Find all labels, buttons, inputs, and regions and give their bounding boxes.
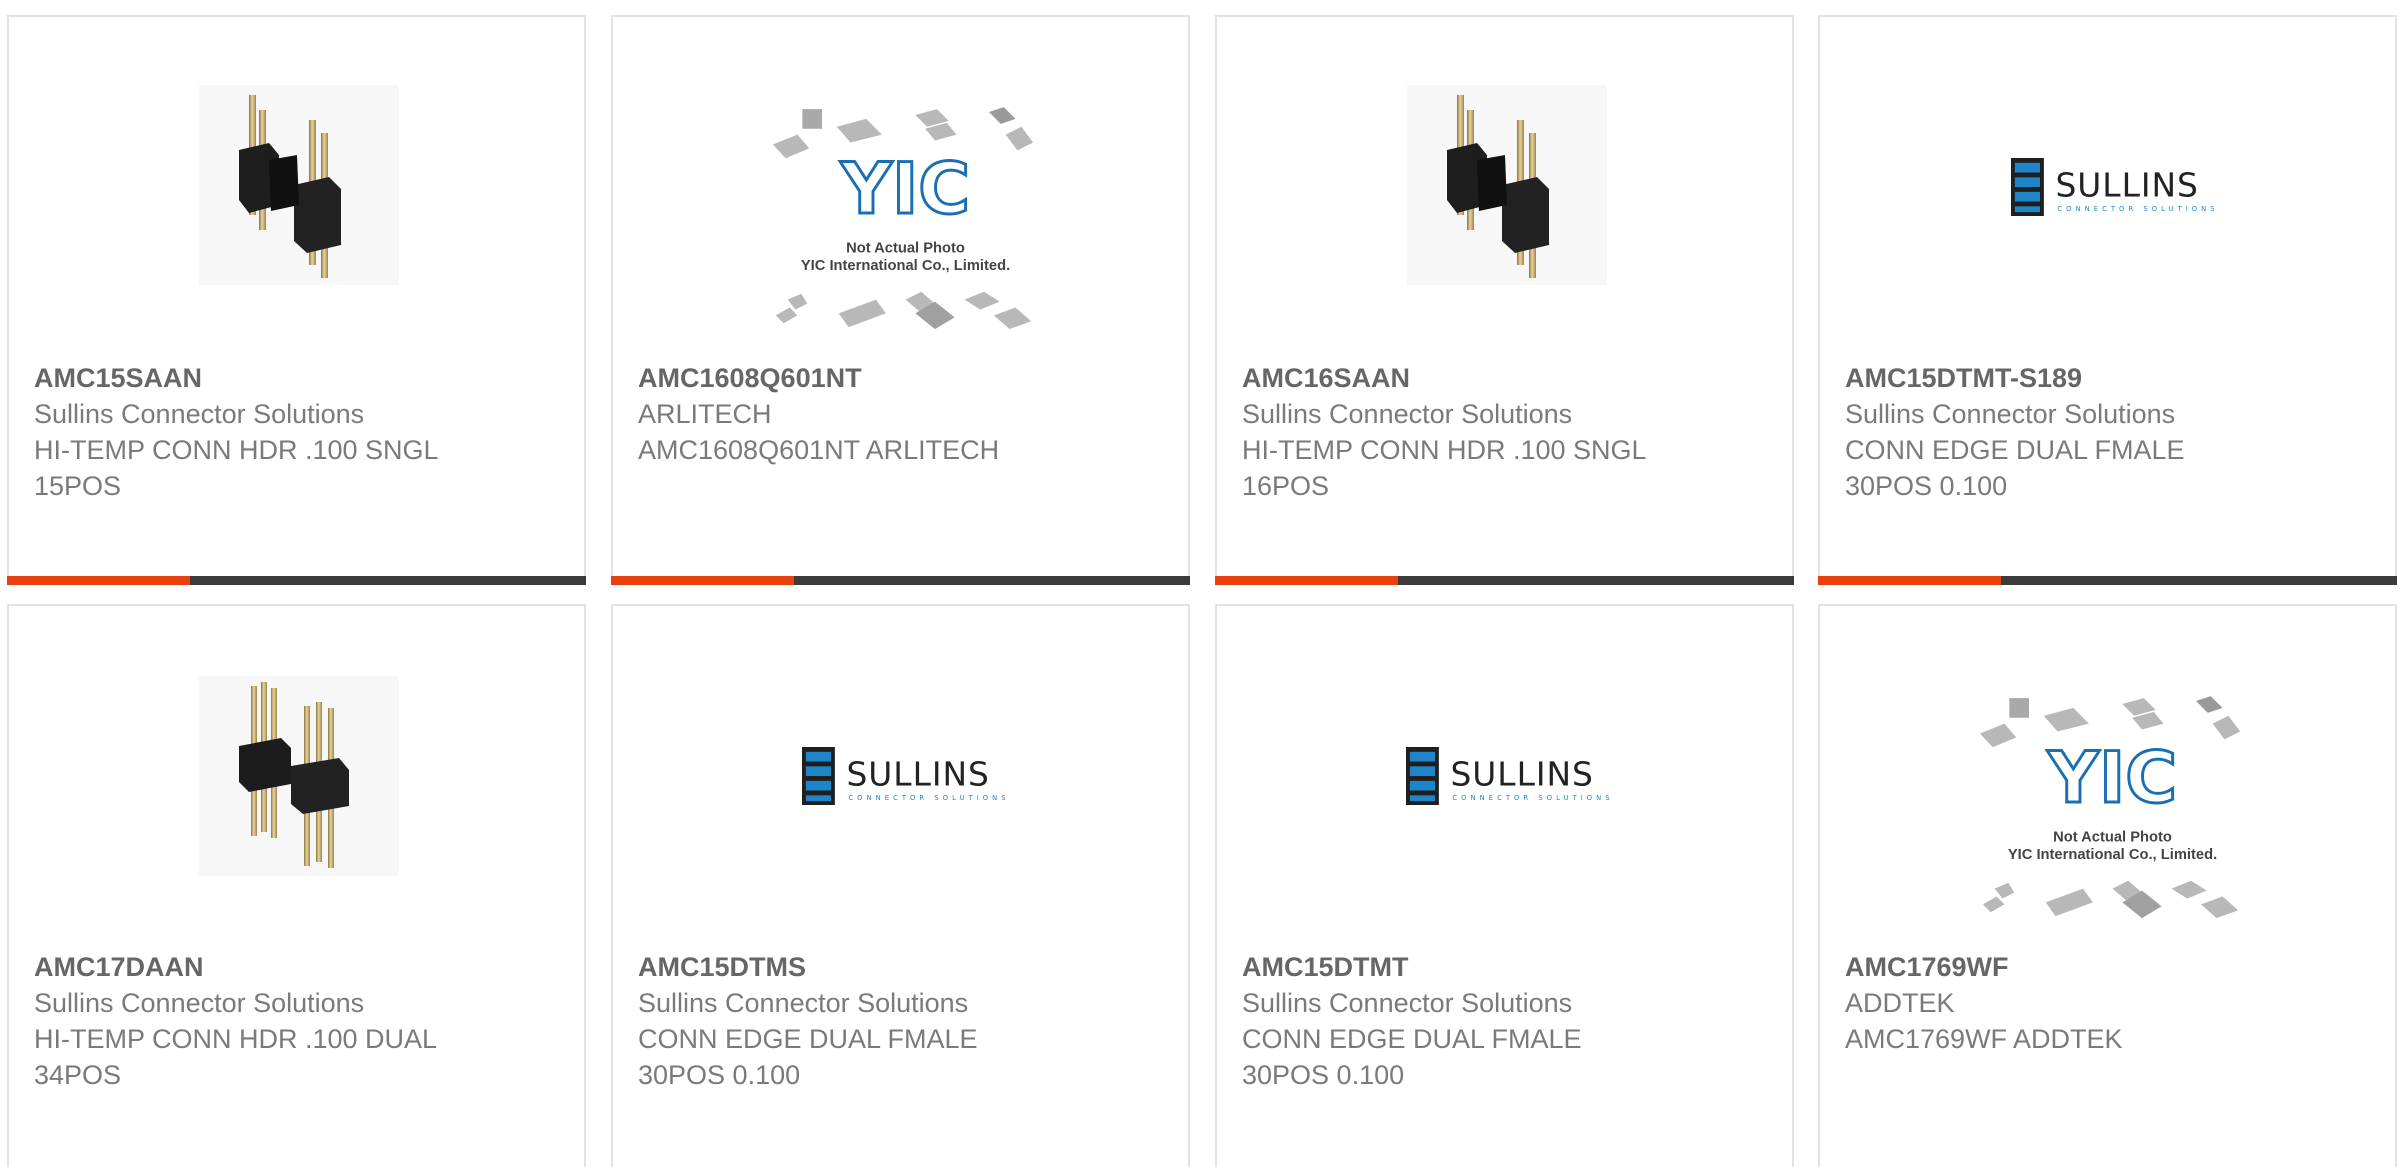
description-line: AMC1769WF ADDTEK <box>1845 1024 2123 1054</box>
product-card[interactable]: AMC15DTMT Sullins Connector Solutions CO… <box>1215 604 1794 1167</box>
description-line: 30POS 0.100 <box>1242 1060 1405 1090</box>
product-card[interactable]: AMC15DTMT-S189 Sullins Connector Solutio… <box>1818 15 2397 585</box>
sullins-logo <box>801 747 1006 805</box>
part-number[interactable]: AMC15DTMS <box>638 949 1168 985</box>
part-number[interactable]: AMC15SAAN <box>34 360 564 396</box>
manufacturer: Sullins Connector Solutions <box>34 988 365 1018</box>
description-line: HI-TEMP CONN HDR .100 SNGL <box>34 435 439 465</box>
description-line: AMC1608Q601NT ARLITECH <box>638 435 1000 465</box>
description-line: CONN EDGE DUAL FMALE <box>638 1024 978 1054</box>
product-image[interactable] <box>1820 606 2395 941</box>
description-line: CONN EDGE DUAL FMALE <box>1242 1024 1582 1054</box>
product-image[interactable] <box>1217 606 1792 941</box>
card-hover-bar <box>7 576 586 585</box>
part-number[interactable]: AMC15DTMT <box>1242 949 1772 985</box>
manufacturer: Sullins Connector Solutions <box>34 399 365 429</box>
part-number[interactable]: AMC17DAAN <box>34 949 564 985</box>
product-image[interactable] <box>613 606 1188 941</box>
pin-header-image <box>199 85 399 285</box>
yic-placeholder-image <box>1975 696 2250 932</box>
manufacturer: Sullins Connector Solutions <box>1845 399 2176 429</box>
product-card[interactable]: AMC15SAAN Sullins Connector Solutions HI… <box>7 15 586 585</box>
product-card[interactable]: AMC16SAAN Sullins Connector Solutions HI… <box>1215 15 1794 585</box>
product-card[interactable]: AMC1769WF ADDTEK AMC1769WF ADDTEK <box>1818 604 2397 1167</box>
part-number[interactable]: AMC15DTMT-S189 <box>1845 360 2375 396</box>
description-line: CONN EDGE DUAL FMALE <box>1845 435 2185 465</box>
manufacturer: Sullins Connector Solutions <box>1242 399 1573 429</box>
part-number[interactable]: AMC16SAAN <box>1242 360 1772 396</box>
sullins-logo <box>1405 747 1610 805</box>
part-number[interactable]: AMC1608Q601NT <box>638 360 1168 396</box>
product-card[interactable]: AMC17DAAN Sullins Connector Solutions HI… <box>7 604 586 1167</box>
description-line: 30POS 0.100 <box>1845 471 2008 501</box>
pin-header-image <box>1407 85 1607 285</box>
manufacturer: Sullins Connector Solutions <box>638 988 969 1018</box>
manufacturer: ARLITECH <box>638 399 772 429</box>
manufacturer: ADDTEK <box>1845 988 1955 1018</box>
card-hover-bar <box>1215 576 1794 585</box>
card-hover-bar <box>611 576 1190 585</box>
product-image[interactable] <box>9 606 584 941</box>
description-line: 16POS <box>1242 471 1330 501</box>
product-card[interactable]: AMC1608Q601NT ARLITECH AMC1608Q601NT ARL… <box>611 15 1190 585</box>
card-hover-bar <box>1818 576 2397 585</box>
description-line: 30POS 0.100 <box>638 1060 801 1090</box>
manufacturer: Sullins Connector Solutions <box>1242 988 1573 1018</box>
description-line: 15POS <box>34 471 122 501</box>
dual-pin-header-image <box>199 676 399 876</box>
product-image[interactable] <box>1217 17 1792 352</box>
description-line: 34POS <box>34 1060 122 1090</box>
description-line: HI-TEMP CONN HDR .100 SNGL <box>1242 435 1647 465</box>
product-image[interactable] <box>9 17 584 352</box>
product-image[interactable] <box>1820 17 2395 352</box>
sullins-logo <box>2010 158 2215 216</box>
product-image[interactable] <box>613 17 1188 352</box>
yic-placeholder-image <box>768 107 1043 343</box>
part-number[interactable]: AMC1769WF <box>1845 949 2375 985</box>
description-line: HI-TEMP CONN HDR .100 DUAL <box>34 1024 438 1054</box>
product-card[interactable]: AMC15DTMS Sullins Connector Solutions CO… <box>611 604 1190 1167</box>
